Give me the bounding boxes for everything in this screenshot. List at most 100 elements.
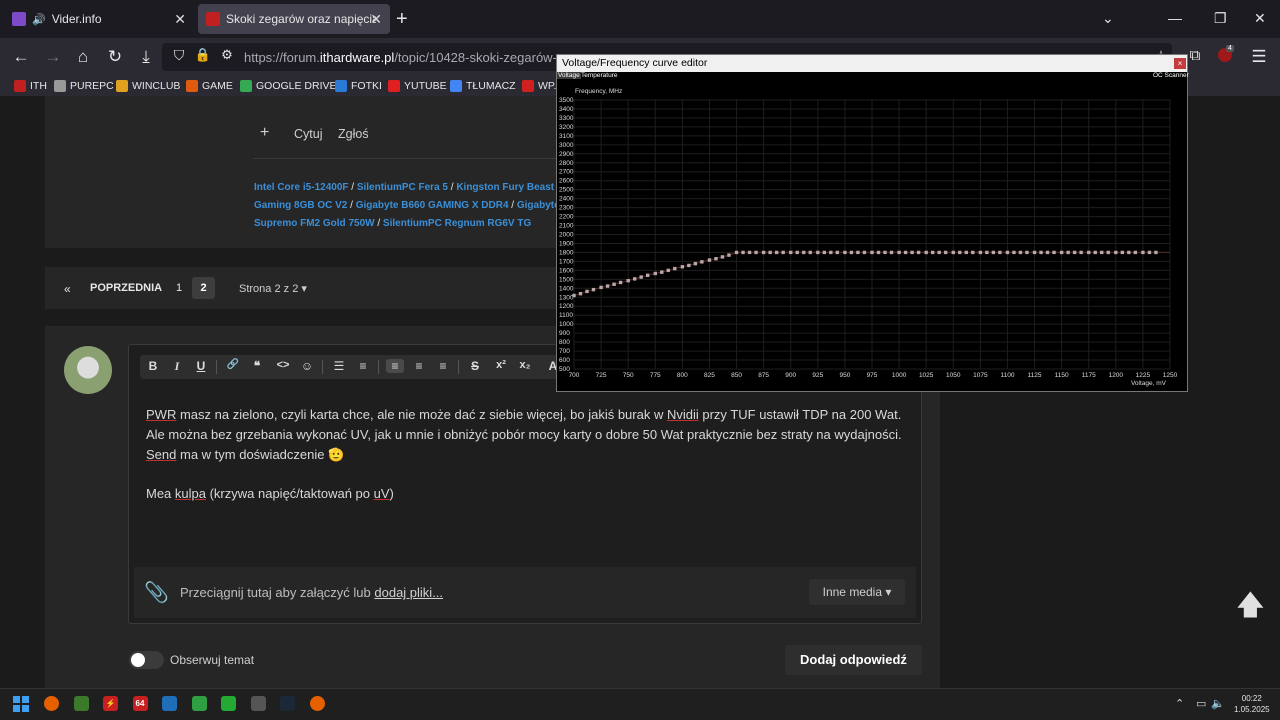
curve-point bbox=[687, 263, 691, 268]
underline-button[interactable]: U bbox=[192, 359, 210, 373]
volume-icon[interactable]: 🔈 bbox=[1211, 697, 1225, 710]
back-arrow-icon[interactable]: ← bbox=[10, 47, 32, 67]
signature-link[interactable]: Kingston Fury Beast 16 bbox=[456, 182, 568, 193]
taskbar-app-steam-icon[interactable] bbox=[280, 696, 295, 711]
y-tick-label: 1100 bbox=[559, 312, 573, 319]
x-tick-label: 750 bbox=[623, 372, 634, 379]
forward-arrow-icon[interactable]: → bbox=[42, 47, 64, 67]
body-line-1[interactable]: PWR masz na zielono, czyli karta chce, a… bbox=[146, 407, 901, 422]
bookmark-google-drive[interactable]: GOOGLE DRIVE bbox=[240, 80, 337, 92]
minimize-button[interactable]: — bbox=[1168, 10, 1182, 26]
shield-icon[interactable]: ⛉ bbox=[168, 47, 190, 64]
align-right-icon[interactable]: ≡ bbox=[434, 359, 452, 373]
report-button[interactable]: Zgłoś bbox=[338, 127, 369, 141]
quote-icon[interactable]: ❝ bbox=[248, 359, 266, 373]
align-center-icon[interactable]: ≡ bbox=[410, 359, 428, 373]
reload-icon[interactable]: ↻ bbox=[104, 47, 126, 67]
home-icon[interactable]: ⌂ bbox=[72, 47, 94, 67]
body-line-2[interactable]: Ale można bez grzebania wykonać UV, jak … bbox=[146, 427, 902, 442]
fotki-icon bbox=[335, 80, 347, 92]
taskbar-app-firefox-icon[interactable] bbox=[44, 696, 59, 711]
tab-temperature[interactable]: Temperature bbox=[581, 72, 618, 79]
x-tick-label: 1075 bbox=[973, 372, 988, 379]
permissions-icon[interactable]: ⚙ bbox=[216, 47, 238, 63]
add-files-link[interactable]: dodaj pliki... bbox=[374, 585, 443, 600]
bookmark-tlumacz[interactable]: TŁUMACZ bbox=[450, 80, 516, 92]
bold-button[interactable]: B bbox=[144, 359, 162, 373]
bookmark-game[interactable]: GAME bbox=[186, 80, 233, 92]
url-text[interactable]: https://forum.ithardware.pl/topic/10428-… bbox=[244, 50, 594, 65]
bookmark-fotki[interactable]: FOTKI bbox=[335, 80, 382, 92]
prev-page-button[interactable]: POPRZEDNIA bbox=[90, 282, 162, 294]
body-line-4[interactable]: Mea kulpa (krzywa napięć/taktowań po uV) bbox=[146, 486, 394, 501]
close-icon[interactable]: ✕ bbox=[174, 11, 186, 28]
subscript-icon[interactable]: x₂ bbox=[514, 359, 536, 371]
link-icon[interactable]: 🔗 bbox=[224, 359, 242, 370]
taskbar-app-app-64-icon[interactable]: 64 bbox=[132, 696, 148, 711]
vf-curve-chart[interactable]: 5006007008009001000110012001300140015001… bbox=[557, 82, 1187, 390]
taskbar-app-firefox2-icon[interactable] bbox=[309, 696, 325, 711]
taskbar-app-app-green-icon[interactable] bbox=[73, 696, 89, 711]
mention-send: Send bbox=[146, 447, 177, 462]
speaker-icon[interactable]: 🔊 bbox=[32, 13, 46, 26]
page-select-dropdown[interactable]: Strona 2 z 2 ▾ bbox=[239, 282, 307, 295]
tray-chevron-icon[interactable]: ⌃ bbox=[1175, 697, 1184, 710]
signature-link[interactable]: Intel Core i5-12400F bbox=[254, 182, 348, 193]
y-tick-label: 1800 bbox=[559, 249, 574, 256]
oc-scanner-button[interactable]: OC Scanner bbox=[1153, 72, 1189, 79]
taskbar-app-app-green3-icon[interactable] bbox=[221, 696, 236, 711]
code-icon[interactable]: <> bbox=[272, 359, 294, 371]
emoji-icon[interactable]: ☺ bbox=[298, 359, 316, 373]
windows-start-icon[interactable] bbox=[13, 696, 29, 712]
superscript-icon[interactable]: x² bbox=[490, 359, 512, 371]
submit-reply-button[interactable]: Dodaj odpowiedź bbox=[785, 645, 922, 675]
vf-close-button[interactable]: × bbox=[1174, 58, 1186, 69]
network-icon[interactable]: ▭ bbox=[1196, 697, 1206, 710]
strikethrough-icon[interactable]: S bbox=[466, 359, 484, 373]
curve-point bbox=[720, 255, 725, 259]
tab-voltage[interactable]: Voltage bbox=[557, 72, 581, 79]
page-2-current[interactable]: 2 bbox=[192, 277, 215, 299]
taskbar-app-app-blue-icon[interactable] bbox=[162, 696, 177, 711]
signature-link[interactable]: SilentiumPC Fera 5 bbox=[357, 182, 448, 193]
plus-icon[interactable]: + bbox=[260, 124, 269, 142]
italic-button[interactable]: I bbox=[168, 359, 186, 374]
taskbar-app-app-gray-icon[interactable] bbox=[250, 696, 266, 711]
tab-ithardware[interactable]: Skoki zegarów oraz napięcia karty ✕ bbox=[198, 4, 390, 34]
bookmark-yutube[interactable]: YUTUBE bbox=[388, 80, 447, 92]
tab-list-chevron-icon[interactable]: ⌄ bbox=[1102, 10, 1114, 27]
bullet-list-icon[interactable]: ☰ bbox=[330, 359, 348, 373]
avatar[interactable] bbox=[64, 346, 112, 394]
new-tab-button[interactable]: + bbox=[396, 8, 408, 31]
clock[interactable]: 00:22 1.05.2025 bbox=[1234, 693, 1270, 715]
align-left-icon[interactable]: ≡ bbox=[386, 359, 404, 373]
page-1-link[interactable]: 1 bbox=[176, 282, 182, 294]
download-icon[interactable]: ⤓ bbox=[135, 47, 157, 67]
bookmark-winclub[interactable]: WINCLUB bbox=[116, 80, 180, 92]
taskbar-app-app-green2-icon[interactable] bbox=[191, 696, 207, 711]
menu-icon[interactable]: ☰ bbox=[1248, 47, 1270, 67]
bookmark-wp[interactable]: WP. bbox=[522, 80, 556, 92]
paperclip-icon[interactable]: 📎 bbox=[144, 580, 169, 605]
body-line-3[interactable]: Send ma w tym doświadczenie 🫡 bbox=[146, 447, 344, 463]
close-window-button[interactable]: ✕ bbox=[1254, 10, 1266, 27]
bookmark-ith[interactable]: ITH bbox=[14, 80, 47, 92]
quote-button[interactable]: Cytuj bbox=[294, 127, 322, 141]
curve-point bbox=[741, 250, 745, 255]
signature-link[interactable]: SilentiumPC Regnum RG6V TG bbox=[383, 218, 531, 229]
lock-icon[interactable]: 🔒 bbox=[192, 47, 214, 63]
bookmark-purepc[interactable]: PUREPC bbox=[54, 80, 114, 92]
signature-link[interactable]: Gigabyte B660 GAMING X DDR4 bbox=[356, 200, 509, 211]
signature-link[interactable]: Supremo FM2 Gold 750W bbox=[254, 218, 375, 229]
restore-button[interactable]: ❐ bbox=[1214, 10, 1227, 27]
numbered-list-icon[interactable]: ≡ bbox=[354, 359, 372, 373]
other-media-button[interactable]: Inne media ▾ bbox=[809, 579, 905, 605]
prev-chevron-icon[interactable]: « bbox=[64, 282, 71, 296]
scroll-to-top-icon[interactable]: 🡅 bbox=[1236, 584, 1265, 632]
tab-vider[interactable]: 🔊 Vider.info ✕ bbox=[4, 4, 194, 34]
follow-toggle[interactable] bbox=[129, 651, 164, 669]
signature-link[interactable]: Gaming 8GB OC V2 bbox=[254, 200, 347, 211]
start-square bbox=[22, 705, 29, 712]
taskbar-app-app-flash-icon[interactable]: ⚡ bbox=[103, 696, 118, 711]
close-icon[interactable]: ✕ bbox=[370, 11, 382, 28]
